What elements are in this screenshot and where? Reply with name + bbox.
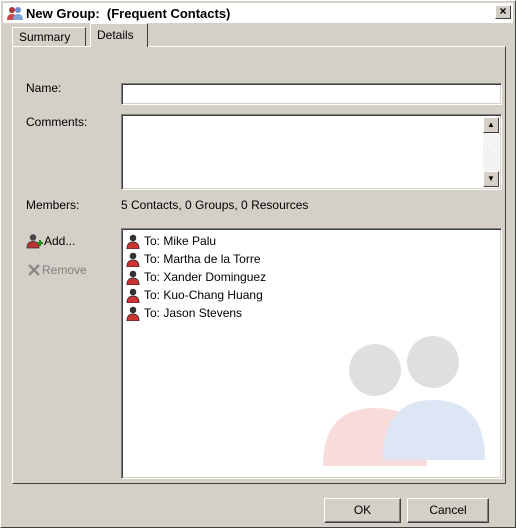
group-icon <box>7 7 23 20</box>
member-name: To: Kuo-Chang Huang <box>144 288 263 302</box>
window-title: New Group: (Frequent Contacts) <box>26 5 231 21</box>
cancel-button[interactable]: Cancel <box>407 498 489 523</box>
list-item[interactable]: To: Jason Stevens <box>126 304 242 322</box>
ok-button[interactable]: OK <box>324 498 401 523</box>
comments-label: Comments: <box>26 115 88 129</box>
person-icon <box>126 234 140 249</box>
remove-x-icon <box>28 264 40 276</box>
remove-button[interactable]: Remove <box>26 263 87 277</box>
member-name: To: Mike Palu <box>144 234 217 248</box>
comments-scrollbar[interactable]: ▲ ▼ <box>483 117 499 187</box>
tab-summary[interactable]: Summary <box>12 27 86 46</box>
list-item[interactable]: To: Mike Palu <box>126 232 216 250</box>
person-icon <box>126 288 140 303</box>
member-name: To: Martha de la Torre <box>144 252 261 266</box>
list-item[interactable]: To: Martha de la Torre <box>126 250 261 268</box>
group-watermark-icon <box>323 336 485 466</box>
add-person-icon <box>26 234 43 249</box>
remove-label: Remove <box>42 263 87 277</box>
name-label: Name: <box>26 81 62 95</box>
name-field[interactable] <box>121 83 502 105</box>
member-name: To: Xander Dominguez <box>144 270 267 284</box>
title-bar: New Group: (Frequent Contacts) × <box>3 3 513 23</box>
scroll-down-button[interactable]: ▼ <box>483 171 499 187</box>
person-icon <box>126 306 140 321</box>
tab-details[interactable]: Details <box>90 23 148 47</box>
scroll-up-button[interactable]: ▲ <box>483 117 499 133</box>
close-button[interactable]: × <box>495 5 511 19</box>
person-icon <box>126 270 140 285</box>
add-button[interactable]: Add... <box>26 233 75 249</box>
members-list[interactable]: To: Mike Palu To: Martha de la Torre To:… <box>121 228 502 479</box>
new-group-dialog: New Group: (Frequent Contacts) × Summary… <box>0 0 516 528</box>
members-summary: 5 Contacts, 0 Groups, 0 Resources <box>121 198 309 212</box>
details-panel: Name: Comments: ▲ ▼ Members: 5 Contacts,… <box>12 46 506 484</box>
comments-field[interactable]: ▲ ▼ <box>121 114 502 190</box>
member-name: To: Jason Stevens <box>144 306 243 320</box>
list-item[interactable]: To: Kuo-Chang Huang <box>126 286 263 304</box>
person-icon <box>126 252 140 267</box>
list-item[interactable]: To: Xander Dominguez <box>126 268 266 286</box>
add-label: Add... <box>44 234 76 248</box>
members-label: Members: <box>26 198 80 212</box>
